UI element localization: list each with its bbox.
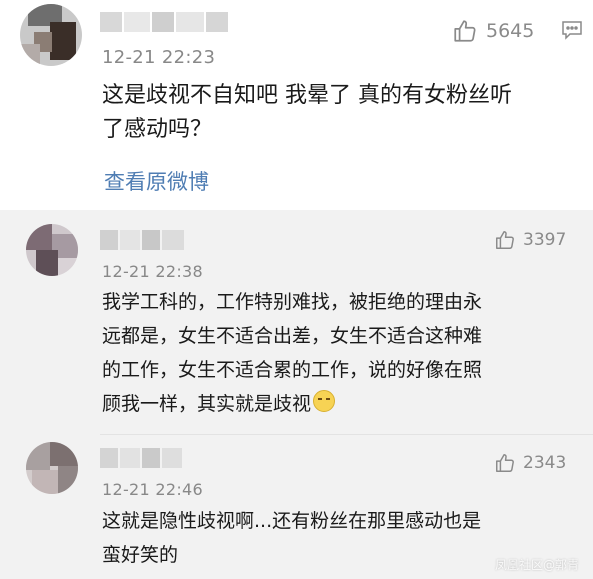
reply-text-line: 的工作，女生不适合累的工作，说的好像在照	[102, 359, 483, 381]
view-original-link[interactable]: 查看原微博	[104, 166, 209, 196]
replies-section: 12-21 22:38 3397 我学工科的，工作特别难找，被拒绝的理由永 远都…	[0, 210, 593, 579]
thumbs-up-icon	[494, 229, 516, 251]
like-count: 3397	[523, 230, 567, 250]
avatar[interactable]	[26, 224, 78, 276]
username-blurred[interactable]	[100, 230, 184, 250]
reply-text-line-with-emoji: 顾我一样，其实就是歧视	[102, 386, 336, 422]
like-button[interactable]: 5645	[452, 18, 534, 44]
avatar[interactable]	[26, 442, 78, 494]
like-button[interactable]: 2343	[494, 452, 566, 474]
comment-time: 12-21 22:23	[102, 47, 216, 68]
like-count: 2343	[523, 453, 567, 473]
reply-time: 12-21 22:46	[102, 480, 203, 499]
username-blurred[interactable]	[100, 448, 182, 468]
reply-text: 顾我一样，其实就是歧视	[102, 393, 312, 415]
reply-time: 12-21 22:38	[102, 262, 203, 281]
thumbs-up-icon	[452, 18, 478, 44]
avatar[interactable]	[20, 4, 82, 66]
comment-text-line: 了感动吗？	[102, 117, 213, 142]
reply-text-line: 蛮好笑的	[102, 544, 179, 566]
reply-text-line: 远都是，女生不适合出差，女生不适合这种难	[102, 325, 483, 347]
reply-text-line: 这就是隐性歧视啊...还有粉丝在那里感动也是	[102, 510, 482, 532]
like-count: 5645	[486, 20, 535, 42]
reply-divider	[100, 434, 593, 435]
thumbs-up-icon	[494, 452, 516, 474]
username-blurred[interactable]	[100, 12, 230, 32]
like-button[interactable]: 3397	[494, 229, 566, 251]
reply-text-line: 我学工科的，工作特别难找，被拒绝的理由永	[102, 291, 483, 313]
watermark: 凤凰社区@郭青	[494, 558, 579, 572]
more-dots-icon[interactable]	[561, 20, 583, 40]
sweat-smile-emoji-icon	[313, 390, 336, 412]
comment-text-line: 这是歧视不自知吧 我晕了 真的有女粉丝听	[102, 83, 512, 108]
main-comment: 12-21 22:23 5645 这是歧视不自知吧 我晕了 真的有女粉丝听 了感…	[0, 0, 593, 210]
